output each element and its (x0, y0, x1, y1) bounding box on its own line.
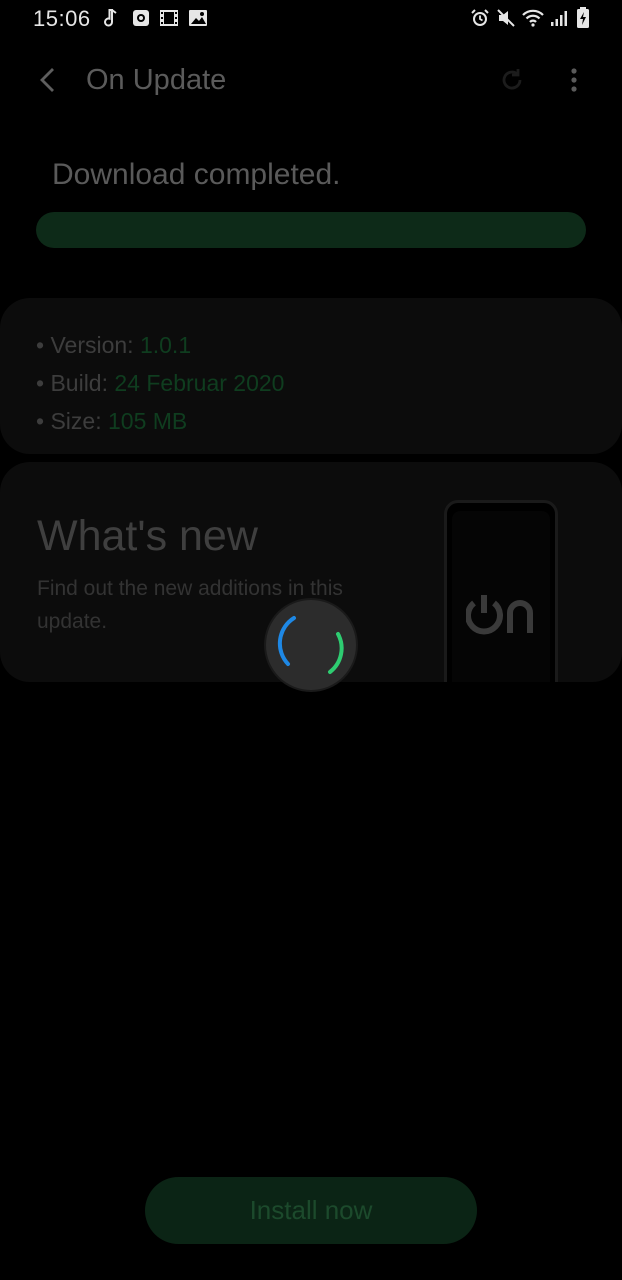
status-bar: 15:06 (0, 0, 622, 38)
mute-icon (495, 8, 517, 28)
refresh-button[interactable] (494, 62, 530, 98)
version-label: Version: (50, 332, 134, 358)
whats-new-title: What's new (37, 512, 258, 560)
back-arrow-icon (40, 68, 54, 92)
app-bar: On Update (0, 50, 622, 112)
build-value: 24 Februar 2020 (114, 370, 285, 396)
back-button[interactable] (30, 62, 66, 98)
install-now-button[interactable]: Install now (145, 1177, 477, 1244)
more-vert-icon (571, 68, 577, 92)
version-value: 1.0.1 (139, 332, 192, 358)
screen-recorder-icon (131, 8, 151, 28)
version-row: • Version: 1.0.1 (36, 332, 191, 359)
update-info-card: • Version: 1.0.1 • Build: 24 Februar 202… (0, 298, 622, 454)
film-icon (158, 8, 180, 28)
install-now-label: Install now (249, 1195, 373, 1225)
refresh-icon (502, 69, 522, 90)
alarm-icon (469, 8, 491, 28)
bullet: • (36, 332, 45, 358)
bullet: • (36, 408, 45, 434)
loading-spinner (266, 600, 356, 690)
download-progress-fill (36, 212, 586, 248)
download-status-text: Download completed. (52, 158, 341, 191)
phone-screen (452, 511, 550, 682)
loading-spinner-icon (277, 616, 344, 674)
phone-illustration (444, 500, 558, 682)
screen: 15:06 On Update Download completed. • Ve… (0, 0, 622, 1280)
on-logo-icon (465, 593, 544, 642)
download-progress-bar (36, 212, 586, 248)
status-time: 15:06 (33, 6, 91, 31)
build-row: • Build: 24 Februar 2020 (36, 370, 284, 397)
music-note-icon (100, 8, 120, 28)
wifi-icon (520, 8, 546, 28)
size-row: • Size: 105 MB (36, 408, 187, 435)
build-label: Build: (50, 370, 108, 396)
size-value: 105 MB (107, 408, 188, 434)
signal-icon (549, 8, 569, 28)
image-icon (187, 8, 209, 28)
more-options-button[interactable] (556, 62, 592, 98)
bullet: • (36, 370, 45, 396)
app-title: On Update (86, 64, 227, 96)
battery-charging-icon (575, 7, 591, 28)
size-label: Size: (50, 408, 102, 434)
